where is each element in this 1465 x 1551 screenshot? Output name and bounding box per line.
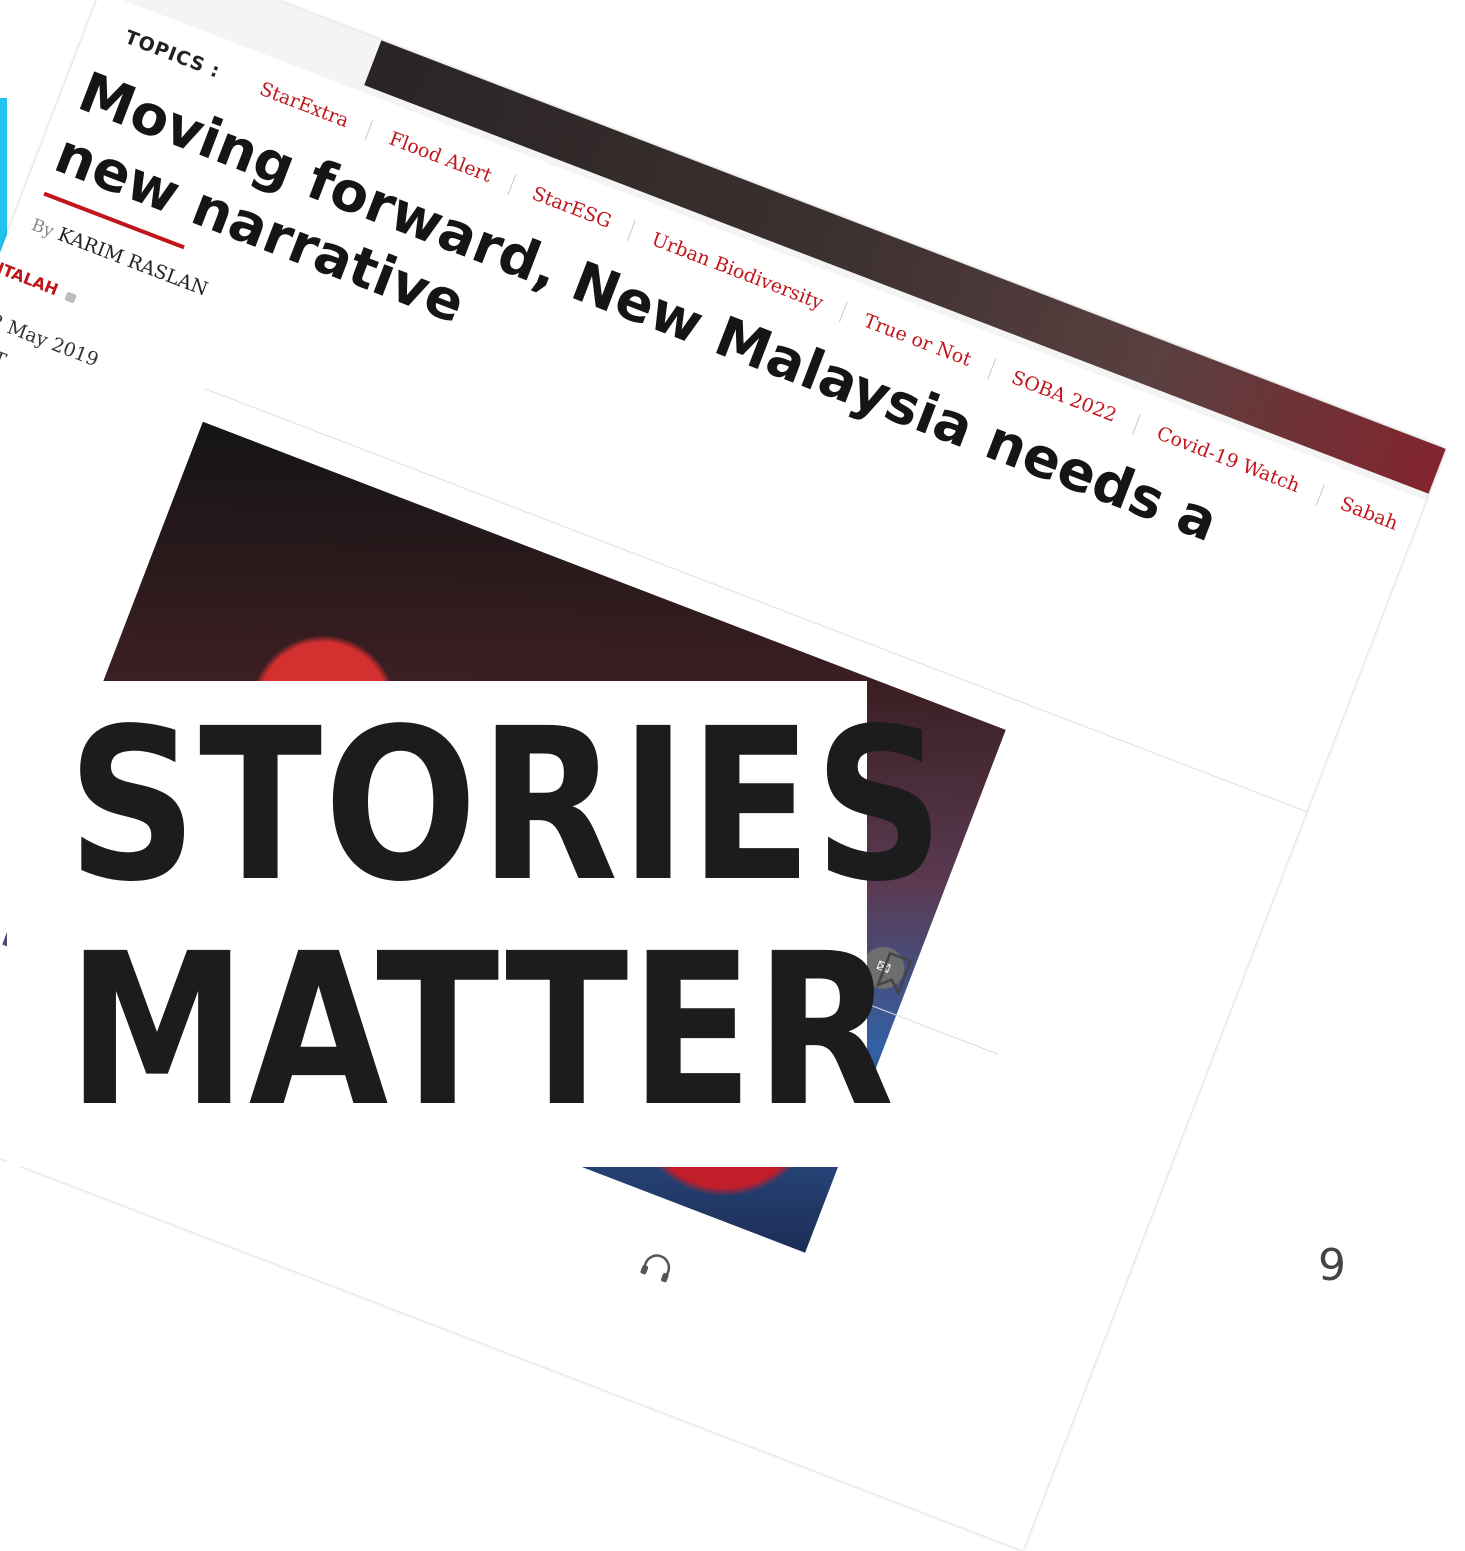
lock-icon — [64, 291, 78, 304]
topic-divider — [1132, 414, 1142, 435]
topic-staresg[interactable]: StarESG — [529, 183, 614, 233]
topic-divider — [364, 119, 374, 141]
headphones-icon[interactable] — [636, 1246, 678, 1286]
topic-divider — [627, 220, 636, 242]
topic-divider — [507, 174, 517, 196]
stories-matter-graphic: STORIES MATTER — [7, 681, 946, 1167]
topic-starextra[interactable]: StarExtra — [257, 78, 352, 132]
stories-line-1: STORIES — [67, 683, 946, 928]
publish-date: day, 12 May 2019 — [0, 290, 102, 372]
topic-divider — [986, 358, 996, 380]
topic-divider — [838, 301, 848, 323]
topic-divider — [1315, 484, 1325, 506]
section-tag: ERITALAH — [0, 250, 80, 306]
page-number: 9 — [1318, 1240, 1346, 1291]
stories-line-2: MATTER — [67, 908, 896, 1153]
section-label[interactable]: ERITALAH — [0, 250, 61, 299]
topic-sabah[interactable]: Sabah — [1337, 493, 1401, 535]
byline-prefix: By — [28, 215, 57, 242]
